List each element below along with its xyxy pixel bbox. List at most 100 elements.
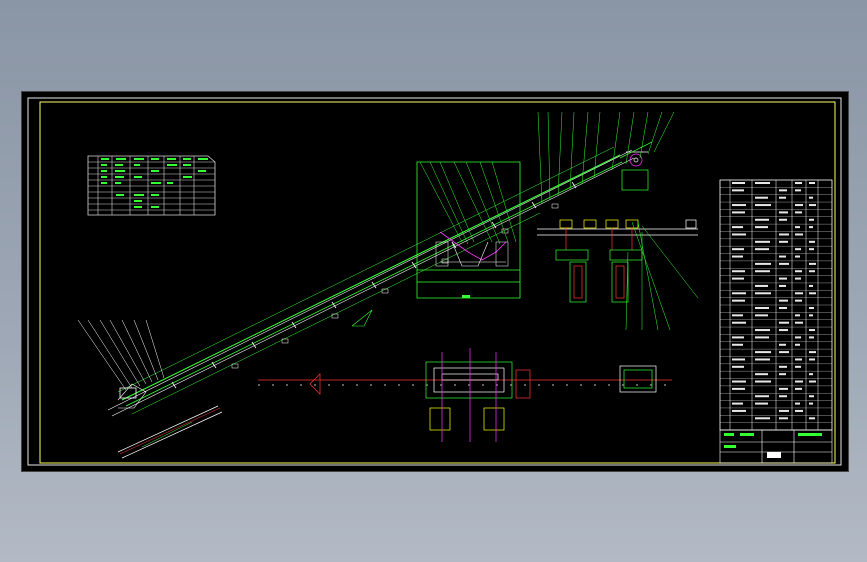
parts-list-text-mark	[755, 204, 771, 207]
parts-list-text-mark	[755, 329, 770, 332]
parts-list-text-mark	[795, 277, 801, 280]
parts-list-text-mark	[809, 395, 814, 398]
parts-list-text-mark	[732, 299, 745, 302]
parts-list-text-mark	[795, 299, 802, 302]
parts-list-text-mark	[795, 189, 801, 192]
parts-list-text-mark	[755, 358, 770, 361]
plan-view	[117, 348, 672, 459]
parts-list-text-mark	[779, 299, 788, 302]
parts-list-text-mark	[779, 365, 787, 368]
parts-list-text-mark	[755, 373, 768, 376]
parts-list-text-mark	[779, 233, 789, 236]
parts-list-text-mark	[755, 218, 769, 221]
parts-list-text-mark	[809, 240, 815, 243]
parts-list-text-mark	[795, 343, 800, 346]
parts-list-text-mark	[732, 387, 745, 390]
parts-list-text-mark	[779, 262, 789, 265]
parts-list-text-mark	[755, 292, 771, 295]
parts-list-text-mark	[732, 270, 745, 273]
parts-list-text-mark	[809, 351, 816, 354]
parts-list-text-mark	[732, 380, 746, 383]
parts-list-text-mark	[732, 292, 746, 295]
parts-list-text-mark	[795, 292, 803, 295]
outer-border	[27, 97, 842, 466]
parts-list-text-mark	[732, 277, 744, 280]
parts-list-text-mark	[755, 336, 769, 339]
parts-list-text-mark	[755, 182, 770, 184]
parts-list-text-mark	[755, 248, 769, 251]
parts-list-text-mark	[795, 226, 800, 229]
parts-list-text-mark	[732, 248, 744, 251]
inclined-conveyor-elevation	[107, 146, 635, 417]
parts-list-text-mark	[779, 387, 788, 390]
parts-list-text-mark	[779, 189, 787, 192]
parts-list-text-mark	[809, 307, 814, 309]
parts-list-text-mark	[779, 211, 788, 214]
parts-list-text-mark	[809, 373, 813, 376]
parts-list-text-mark	[779, 196, 786, 199]
parts-list-text-mark	[732, 409, 746, 412]
parts-list-text-mark	[795, 314, 800, 317]
component-table	[87, 155, 216, 216]
parts-list-text-mark	[755, 402, 768, 405]
parts-list-text-mark	[809, 226, 813, 229]
parts-list-text-mark	[795, 387, 802, 390]
parts-list-text-mark	[809, 248, 814, 251]
parts-list-text-mark	[809, 218, 814, 221]
parts-list-text-mark	[779, 417, 788, 420]
parts-list-text-mark	[732, 402, 743, 405]
parts-list-text-mark	[795, 204, 803, 207]
parts-list-text-mark	[795, 233, 803, 236]
parts-list-text-mark	[732, 365, 744, 368]
parts-list-text-mark	[795, 409, 803, 412]
parts-list-text-mark	[755, 196, 768, 199]
parts-list-text-mark	[779, 373, 786, 376]
parts-list-text-mark	[779, 277, 787, 280]
parts-list-text-mark	[755, 270, 770, 273]
parts-list-text-mark	[809, 262, 816, 265]
parts-list-text-mark	[795, 211, 802, 214]
parts-list-text-mark	[809, 204, 816, 207]
parts-list-text-mark	[795, 380, 803, 383]
parts-list-text-mark	[809, 380, 816, 383]
parts-list-text-mark	[795, 321, 803, 324]
parts-list-text-mark	[779, 321, 789, 324]
parts-list-text-mark	[809, 270, 815, 273]
parts-list-text-mark	[755, 417, 770, 420]
parts-list-text-mark	[809, 402, 813, 405]
parts-list-text-mark	[809, 329, 815, 332]
parts-list-text-mark	[732, 233, 746, 236]
parts-list-text-mark	[809, 417, 815, 420]
parts-list-text-mark	[795, 182, 802, 184]
parts-list-text-mark	[779, 329, 788, 332]
head-end-detail	[537, 111, 675, 205]
parts-list-text-mark	[755, 380, 771, 383]
parts-list-text-mark	[732, 182, 745, 184]
parts-list-text-mark	[809, 196, 813, 199]
parts-list-text-mark	[732, 343, 743, 346]
parts-list-text-mark	[779, 343, 786, 346]
parts-list-text-mark	[732, 336, 744, 339]
parts-list-text-mark	[795, 402, 800, 405]
parts-list-text-mark	[809, 358, 815, 361]
parts-list-text-mark	[795, 358, 802, 361]
parts-list-text-mark	[732, 314, 743, 317]
parts-list-text-mark	[732, 204, 746, 207]
parts-list-text-mark	[755, 240, 770, 243]
parts-list-text-mark	[809, 182, 815, 184]
parts-list-text-mark	[732, 255, 743, 258]
parts-list-text-mark	[779, 255, 786, 258]
parts-list	[719, 179, 833, 431]
parts-list-text-mark	[755, 262, 771, 265]
parts-list-text-mark	[795, 270, 802, 273]
tail-leaders	[77, 319, 165, 391]
parts-list-text-mark	[809, 314, 813, 317]
parts-list-text-mark	[732, 226, 743, 229]
cad-drawing-sheet	[21, 91, 849, 472]
parts-list-text-mark	[732, 211, 745, 214]
title-block	[719, 429, 833, 464]
parts-list-text-mark	[779, 395, 787, 398]
parts-list-text-mark	[809, 292, 816, 295]
parts-list-text-mark	[795, 365, 801, 368]
parts-list-text-mark	[795, 336, 801, 339]
